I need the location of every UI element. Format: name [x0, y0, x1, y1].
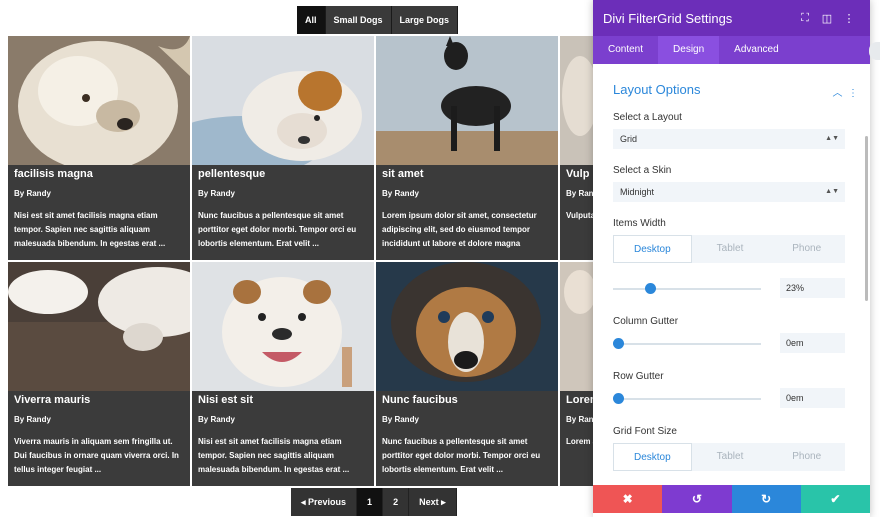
settings-panel: Divi FilterGrid Settings ⛶ ◫ ⋮ Content D… [593, 0, 870, 517]
dog-image [376, 36, 558, 165]
grid-card[interactable]: facilisis magna By Randy Nisi est sit am… [8, 36, 190, 260]
undo-button[interactable]: ↺ [662, 485, 732, 513]
card-author: By Randy [14, 189, 51, 198]
panel-header: Divi FilterGrid Settings ⛶ ◫ ⋮ [593, 0, 870, 36]
card-title[interactable]: Viverra mauris [14, 394, 90, 406]
layout-select[interactable]: Grid ▲▼ [613, 129, 845, 149]
layout-select-value: Grid [620, 134, 638, 144]
skin-label: Select a Skin [613, 165, 672, 176]
slider-handle[interactable] [645, 283, 656, 294]
device-desktop[interactable]: Desktop [613, 235, 692, 263]
card-excerpt: Nisi est sit amet facilisis magna etiam … [14, 211, 166, 248]
chevron-up-icon[interactable]: ︿ [832, 88, 842, 99]
section-title[interactable]: Layout Options [613, 82, 700, 97]
row-gutter-value[interactable]: 0em [780, 388, 845, 408]
card-title[interactable]: Vulp [566, 168, 589, 180]
tab-advanced[interactable]: Advanced [719, 36, 793, 64]
filter-large-dogs[interactable]: Large Dogs [391, 6, 459, 34]
dog-image [8, 36, 190, 165]
page-1-button[interactable]: 1 [357, 488, 384, 516]
pagination: ◂ Previous 1 2 Next ▸ [291, 488, 457, 516]
grid-card[interactable]: Nunc faucibus By Randy Nunc faucibus a p… [376, 262, 558, 486]
panel-body: Layout Options ︿ ⋮ Select a Layout Grid … [593, 64, 870, 485]
page-2-button[interactable]: 2 [383, 488, 410, 516]
card-author: By Randy [14, 415, 51, 424]
device-tablet[interactable]: Tablet [692, 443, 769, 471]
layout-label: Select a Layout [613, 112, 682, 123]
device-phone[interactable]: Phone [768, 443, 845, 471]
slider-handle[interactable] [613, 338, 624, 349]
row-gutter-label: Row Gutter [613, 371, 664, 382]
device-tabs: Desktop Tablet Phone [613, 443, 845, 471]
device-tablet[interactable]: Tablet [692, 235, 769, 263]
items-width-label: Items Width [613, 218, 666, 229]
card-title[interactable]: Nunc faucibus [382, 394, 458, 406]
filter-all[interactable]: All [297, 6, 326, 34]
items-width-value[interactable]: 23% [780, 278, 845, 298]
column-gutter-label: Column Gutter [613, 316, 679, 327]
dog-image [8, 262, 190, 391]
card-author: By Randy [198, 415, 235, 424]
card-title[interactable]: Nisi est sit [198, 394, 253, 406]
save-button[interactable]: ✔ [800, 485, 870, 513]
card-author: By Randy [382, 415, 419, 424]
row-gutter-slider[interactable] [613, 393, 761, 404]
select-arrows-icon: ▲▼ [825, 135, 839, 142]
filter-bar: All Small Dogs Large Dogs [297, 6, 459, 34]
scrollbar[interactable] [865, 136, 868, 301]
skin-select-value: Midnight [620, 187, 655, 197]
card-author: By Ran [566, 415, 594, 424]
card-excerpt: Viverra mauris in aliquam sem fringilla … [14, 437, 179, 474]
card-excerpt: Nisi est sit amet facilisis magna etiam … [198, 437, 350, 474]
split-view-icon[interactable]: ◫ [816, 12, 838, 25]
card-author: By Randy [382, 189, 419, 198]
dog-image [376, 262, 558, 391]
font-size-label: Grid Font Size [613, 426, 677, 437]
card-title[interactable]: pellentesque [198, 168, 265, 180]
cancel-button[interactable]: ✖ [593, 485, 663, 513]
slider-handle[interactable] [613, 393, 624, 404]
grid-card[interactable]: sit amet By Randy Lorem ipsum dolor sit … [376, 36, 558, 260]
grid-card[interactable]: Nisi est sit By Randy Nisi est sit amet … [192, 262, 374, 486]
tab-design[interactable]: Design [658, 36, 720, 64]
device-phone[interactable]: Phone [768, 235, 845, 263]
card-excerpt: Lorem ipsum dolor sit amet, consectetur … [382, 211, 537, 248]
next-page-button[interactable]: Next ▸ [409, 488, 457, 516]
action-bar: ✖ ↺ ↻ ✔ [593, 485, 870, 513]
card-title[interactable]: facilisis magna [14, 168, 93, 180]
device-desktop[interactable]: Desktop [613, 443, 692, 471]
card-author: By Randy [198, 189, 235, 198]
dog-image [192, 36, 374, 165]
column-gutter-value[interactable]: 0em [780, 333, 845, 353]
card-title[interactable]: sit amet [382, 168, 424, 180]
previous-page-button[interactable]: ◂ Previous [291, 488, 358, 516]
filter-grid: facilisis magna By Randy Nisi est sit am… [8, 36, 608, 488]
skin-select[interactable]: Midnight ▲▼ [613, 182, 845, 202]
device-tabs: Desktop Tablet Phone [613, 235, 845, 263]
page: All Small Dogs Large Dogs facilisis magn… [0, 0, 880, 517]
items-width-slider[interactable] [613, 283, 761, 294]
column-gutter-slider[interactable] [613, 338, 761, 349]
dog-image [192, 262, 374, 391]
redo-button[interactable]: ↻ [731, 485, 801, 513]
select-arrows-icon: ▲▼ [825, 188, 839, 195]
card-excerpt: Nunc faucibus a pellentesque sit amet po… [382, 437, 541, 474]
card-author: By Ran [566, 189, 594, 198]
panel-edge-handle[interactable] [869, 42, 880, 60]
expand-icon[interactable]: ⛶ [794, 12, 816, 25]
card-excerpt: Nunc faucibus a pellentesque sit amet po… [198, 211, 357, 248]
panel-tabs: Content Design Advanced [593, 36, 870, 64]
tab-content[interactable]: Content [593, 36, 658, 64]
panel-title: Divi FilterGrid Settings [603, 10, 733, 26]
grid-card[interactable]: pellentesque By Randy Nunc faucibus a pe… [192, 36, 374, 260]
section-controls: ︿ ⋮ [832, 84, 858, 99]
more-options-icon[interactable]: ⋮ [838, 12, 860, 25]
grid-card[interactable]: Viverra mauris By Randy Viverra mauris i… [8, 262, 190, 486]
more-options-icon[interactable]: ⋮ [848, 88, 858, 99]
filter-small-dogs[interactable]: Small Dogs [325, 6, 392, 34]
